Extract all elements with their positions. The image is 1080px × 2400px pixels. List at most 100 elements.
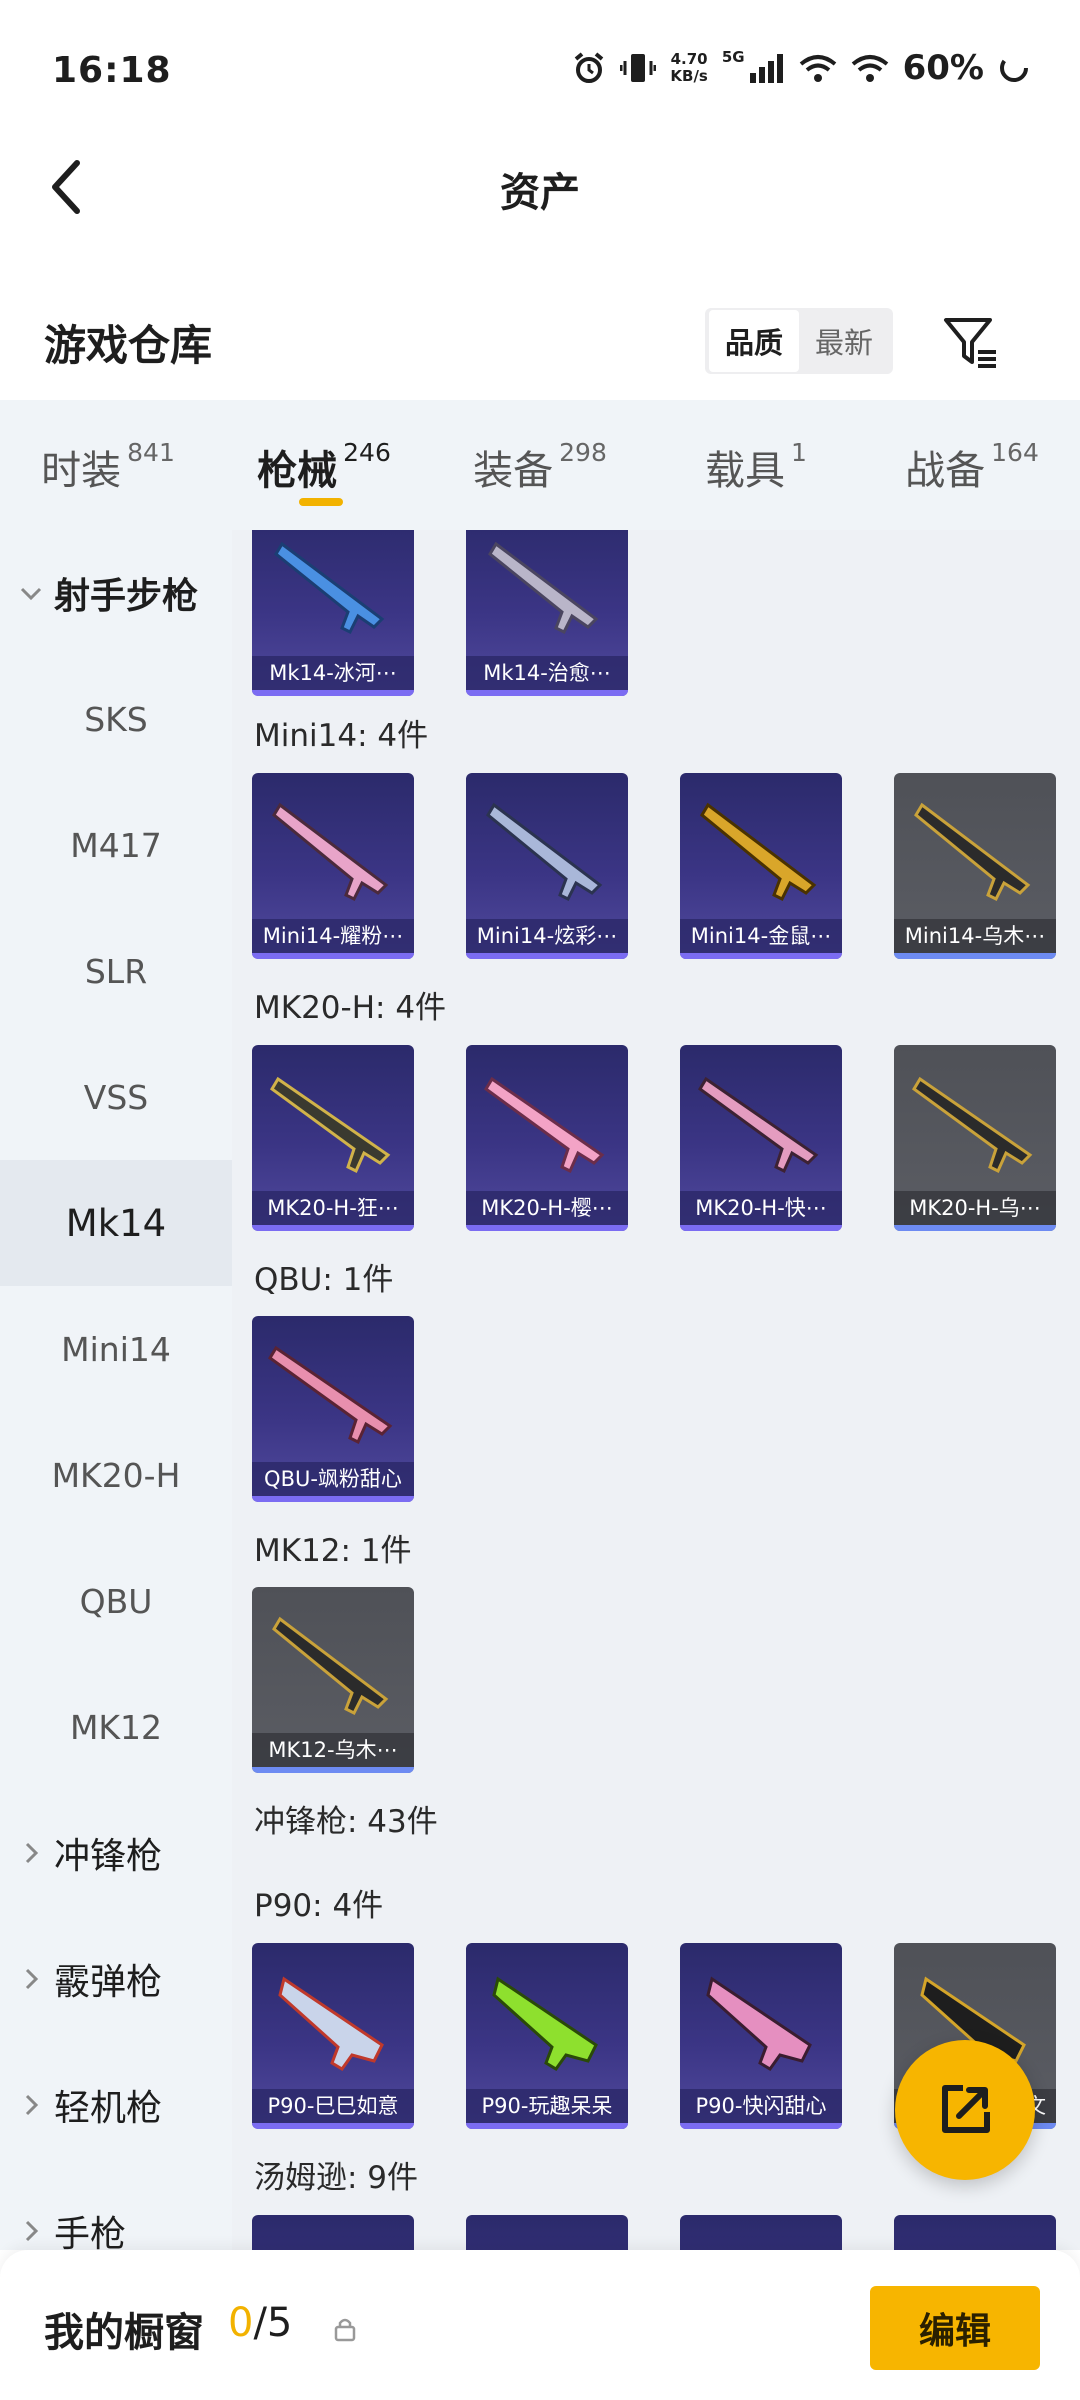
filter-button[interactable] (940, 312, 1000, 372)
external-link-icon (942, 2085, 990, 2133)
rarity-bar (466, 1225, 628, 1231)
tab-guns[interactable]: 枪械 246 (216, 400, 432, 530)
rifle-icon (914, 802, 1031, 902)
sidebar-item-sks[interactable]: SKS (0, 656, 232, 782)
item-card[interactable]: Mini14-乌木⋯ (894, 773, 1056, 959)
tab-label: 战备 (905, 448, 986, 494)
sidebar-group-label: 霰弹枪 (54, 1962, 163, 2003)
net-speed-unit: KB/s (670, 67, 708, 85)
item-card[interactable] (680, 2215, 842, 2250)
signal-icon (749, 54, 783, 83)
rarity-bar (252, 1225, 414, 1231)
rarity-bar (252, 690, 414, 696)
item-card[interactable]: P90-玩趣呆呆 (466, 1943, 628, 2129)
section-label-mk20h: MK20-H: 4件 (254, 990, 447, 1026)
item-card[interactable]: MK20-H-快⋯ (680, 1045, 842, 1231)
item-name: P90-玩趣呆呆 (466, 2089, 628, 2123)
sidebar-group-shotgun[interactable]: 霰弹枪 (0, 1916, 232, 2042)
rarity-bar (252, 1767, 414, 1773)
rifle-icon (912, 1076, 1033, 1174)
sidebar-group-pistol[interactable]: 手枪 (0, 2168, 232, 2250)
sidebar-item-mk14[interactable]: Mk14 (0, 1160, 232, 1286)
rarity-bar (680, 1225, 842, 1231)
sidebar-group-label: 射手步枪 (54, 576, 199, 617)
tab-supplies[interactable]: 战备 164 (864, 400, 1080, 530)
sidebar-item-vss[interactable]: VSS (0, 1034, 232, 1160)
item-card[interactable]: MK20-H-樱⋯ (466, 1045, 628, 1231)
rarity-bar (252, 953, 414, 959)
edit-button[interactable]: 编辑 (870, 2286, 1040, 2370)
rarity-bar (252, 2123, 414, 2129)
item-card[interactable]: MK20-H-狂⋯ (252, 1045, 414, 1231)
smg-icon (492, 1976, 598, 2071)
sidebar-item-mk20h[interactable]: MK20-H (0, 1412, 232, 1538)
tab-count: 1 (791, 438, 807, 467)
warehouse-title: 游戏仓库 (44, 321, 213, 370)
rarity-bar (680, 2123, 842, 2129)
lock-icon (334, 2318, 356, 2342)
sidebar-item-mk12[interactable]: MK12 (0, 1664, 232, 1790)
rifle-icon (268, 1345, 393, 1445)
item-name: MK20-H-狂⋯ (252, 1191, 414, 1225)
sidebar-group-lmg[interactable]: 轻机枪 (0, 2042, 232, 2168)
rarity-bar (894, 1225, 1056, 1231)
rifle-icon (270, 1076, 391, 1174)
sidebar-item-qbu[interactable]: QBU (0, 1538, 232, 1664)
vibrate-icon (620, 54, 657, 82)
sort-newest-button[interactable]: 最新 (799, 310, 889, 372)
item-card[interactable] (466, 2215, 628, 2250)
net-speed-value: 4.70 (670, 50, 708, 68)
item-card[interactable]: MK12-乌木⋯ (252, 1587, 414, 1773)
section-label-thompson: 汤姆逊: 9件 (254, 2160, 419, 2196)
tab-count: 246 (343, 438, 391, 467)
rifle-icon (698, 1076, 819, 1174)
item-card[interactable] (252, 2215, 414, 2250)
item-grid: Mk14-冰河⋯ Mk14-治愈⋯ Mini14: 4件 Mini14-耀粉⋯ … (232, 530, 1080, 2250)
item-card[interactable]: Mk14-治愈⋯ (466, 530, 628, 696)
sort-toggle: 品质 最新 (705, 308, 894, 374)
tab-label: 装备 (473, 448, 554, 494)
item-card[interactable] (894, 2215, 1056, 2250)
item-card[interactable]: QBU-飒粉甜心 (252, 1316, 414, 1502)
header: 资产 (0, 130, 1080, 240)
item-name: Mk14-冰河⋯ (252, 656, 414, 690)
status-icons: 4.70 KB/s 5G 60% (572, 48, 1030, 88)
item-card[interactable]: Mini14-金鼠⋯ (680, 773, 842, 959)
rarity-bar (894, 953, 1056, 959)
showcase-total: /5 (253, 2300, 293, 2346)
tab-vehicles[interactable]: 载具 1 (648, 400, 864, 530)
share-fab-button[interactable] (895, 2040, 1035, 2180)
showcase-title: 我的橱窗 (44, 2310, 204, 2356)
chevron-down-icon (20, 587, 42, 601)
sort-quality-button[interactable]: 品质 (709, 310, 800, 372)
smg-icon (278, 1976, 384, 2071)
rarity-bar (466, 690, 628, 696)
showcase-count: 0/5 (228, 2300, 292, 2346)
section-label-p90: P90: 4件 (254, 1888, 384, 1924)
section-label-smg: 冲锋枪: 43件 (254, 1804, 438, 1840)
item-name: MK20-H-乌⋯ (894, 1191, 1056, 1225)
sidebar-item-slr[interactable]: SLR (0, 908, 232, 1034)
item-card[interactable]: Mini14-炫彩⋯ (466, 773, 628, 959)
sidebar-item-mini14[interactable]: Mini14 (0, 1286, 232, 1412)
sidebar-group-smg[interactable]: 冲锋枪 (0, 1790, 232, 1916)
item-card[interactable]: P90-快闪甜心 (680, 1943, 842, 2129)
rarity-bar (680, 953, 842, 959)
item-name: P90-巳巳如意 (252, 2089, 414, 2123)
item-card[interactable]: P90-巳巳如意 (252, 1943, 414, 2129)
tab-fashion[interactable]: 时装 841 (0, 400, 216, 530)
sidebar-group-marksman[interactable]: 射手步枪 (0, 530, 232, 656)
tab-count: 841 (127, 438, 175, 467)
battery-percent: 60% (902, 48, 984, 88)
filter-icon (944, 318, 996, 368)
wifi-plus-icon (799, 55, 836, 82)
wifi-icon (851, 55, 888, 82)
network-type: 5G (721, 48, 745, 66)
sidebar-item-m417[interactable]: M417 (0, 782, 232, 908)
showcase-bar: 我的橱窗 0/5 编辑 (0, 2250, 1080, 2400)
tab-equipment[interactable]: 装备 298 (432, 400, 648, 530)
item-card[interactable]: MK20-H-乌⋯ (894, 1045, 1056, 1231)
rifle-icon (700, 802, 817, 902)
item-card[interactable]: Mk14-冰河⋯ (252, 530, 414, 696)
item-card[interactable]: Mini14-耀粉⋯ (252, 773, 414, 959)
